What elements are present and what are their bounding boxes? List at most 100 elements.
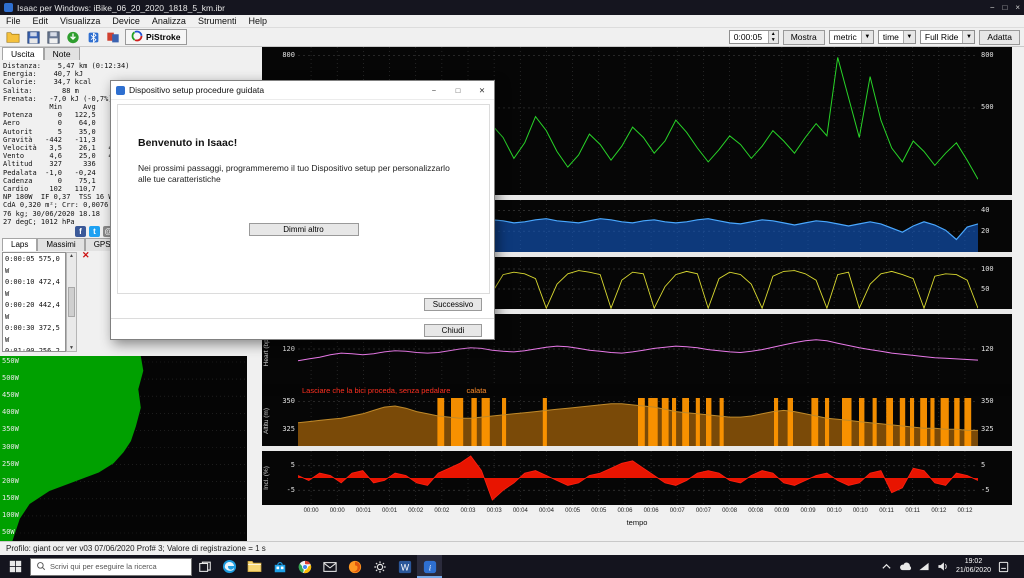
dialog-separator [111,318,494,319]
altitude-tick-label: 350 [282,398,295,405]
status-bar: Profilo: giant ocr ver v03 07/06/2020 Pr… [0,541,1024,555]
altitude-tick-label: 325 [981,426,994,433]
chiudi-button[interactable]: Chiudi [424,324,482,337]
incline-chart-row: Incl. (%)5-55-5 [262,451,1012,505]
dialog-maximize-icon[interactable]: □ [446,81,470,99]
taskbar-firefox-icon[interactable] [342,555,367,578]
facebook-icon[interactable]: f [75,226,86,237]
scroll-up-icon[interactable]: ▲ [67,253,76,259]
time-tick-label: 00:03 [481,505,507,517]
lap-row[interactable]: 0:01:00 256,2 W [5,346,65,352]
taskbar-task-view-icon[interactable] [192,555,217,578]
dialog-icon [116,86,125,95]
mostra-button[interactable]: Mostra [783,30,825,45]
range-select[interactable]: Full Ride ▼ [920,30,976,44]
interval-stepper[interactable]: 0:00:05 ▲▼ [729,30,779,44]
incline-tick-label: -5 [981,487,989,494]
app-icon [4,3,13,12]
close-icon[interactable]: × [1015,3,1020,12]
lap-row[interactable]: 0:00:20 442,4 W [5,300,65,323]
start-button[interactable] [0,555,30,578]
taskbar-isaac-icon[interactable]: i [417,555,442,578]
maximize-icon[interactable]: □ [1002,3,1007,12]
menu-item-device[interactable]: Device [106,16,146,26]
volume-icon[interactable] [937,560,950,573]
compare-rides-icon[interactable] [104,29,122,45]
taskbar-store-icon[interactable] [267,555,292,578]
interval-down-icon[interactable]: ▼ [769,37,778,43]
dialog-close-icon[interactable]: ✕ [470,81,494,99]
adatta-button[interactable]: Adatta [979,30,1020,45]
time-tick-label: 00:07 [664,505,690,517]
time-tick-label: 00:09 [769,505,795,517]
menu-item-visualizza[interactable]: Visualizza [54,16,106,26]
clock-time: 19:02 [956,558,991,567]
tab-note[interactable]: Note [44,47,80,60]
open-file-icon[interactable] [4,29,22,45]
hist-axis-label: 200W [2,478,19,485]
time-tick-label: 00:05 [560,505,586,517]
incline-chart[interactable] [298,451,978,505]
menu-item-edit[interactable]: Edit [27,16,55,26]
taskbar-word-icon[interactable]: W [392,555,417,578]
successivo-button[interactable]: Successivo [424,298,482,311]
minimize-icon[interactable]: − [990,3,995,12]
tab-laps[interactable]: Laps [2,238,37,251]
scroll-thumb[interactable] [68,287,75,317]
cloud-icon[interactable] [899,560,912,573]
menu-item-analizza[interactable]: Analizza [146,16,192,26]
close-laps-icon[interactable]: ✕ [82,251,90,260]
pistroke-icon [131,30,143,44]
scroll-down-icon[interactable]: ▼ [67,345,76,351]
lap-row[interactable]: 0:00:30 372,5 W [5,323,65,346]
chevron-up-icon[interactable] [880,560,893,573]
network-icon[interactable] [918,560,931,573]
dialog-title-bar: Dispositivo setup procedure guidata − □ … [111,81,494,100]
menu-item-file[interactable]: File [0,16,27,26]
device-bluetooth-icon[interactable] [84,29,102,45]
device-download-icon[interactable] [64,29,82,45]
laps-list[interactable]: 0:00:05 575,0 W0:00:10 472,4 W0:00:20 44… [2,252,66,352]
notification-center-icon[interactable] [997,560,1010,573]
menu-bar: FileEditVisualizzaDeviceAnalizzaStrument… [0,15,1024,28]
power-distribution-chart[interactable]: 550W500W450W400W350W300W250W200W150W100W… [0,356,247,541]
heart-tick-label: 120 [282,346,295,353]
taskbar-clock[interactable]: 19:0221/06/2020 [956,558,991,575]
taskbar-file-explorer-icon[interactable] [242,555,267,578]
time-tick-label: 00:10 [821,505,847,517]
lap-row[interactable]: 0:00:05 575,0 W [5,254,65,277]
save-icon[interactable] [24,29,42,45]
twitter-icon[interactable]: t [89,226,100,237]
laps-scrollbar[interactable]: ▲ ▼ [66,252,77,352]
dimmi-altro-button[interactable]: Dimmi altro [249,223,359,236]
time-tick-label: 00:09 [795,505,821,517]
interval-value: 0:00:05 [730,32,768,42]
incline-tick-label: -5 [287,487,295,494]
taskbar-chrome-icon[interactable] [292,555,317,578]
x-axis-select[interactable]: time ▼ [878,30,916,44]
tab-massimi[interactable]: Massimi [37,238,84,251]
incline-axis-l: Incl. (%)5-5 [262,451,298,505]
altitude-tick-label: 325 [282,426,295,433]
lap-row[interactable]: 0:00:10 472,4 W [5,277,65,300]
menu-item-strumenti[interactable]: Strumenti [192,16,243,26]
dialog-minimize-icon[interactable]: − [422,81,446,99]
title-bar: Isaac per Windows: iBike_06_20_2020_1818… [0,0,1024,15]
menu-item-help[interactable]: Help [242,16,273,26]
units-select[interactable]: metric ▼ [829,30,874,44]
pistroke-button[interactable]: PiStroke [125,29,187,45]
taskbar-settings-icon[interactable] [367,555,392,578]
taskbar-edge-icon[interactable] [217,555,242,578]
time-tick-label: 00:06 [612,505,638,517]
dialog-welcome-heading: Benvenuto in Isaac! [138,137,237,149]
power-tick-label: 800 [282,52,295,59]
tab-uscita[interactable]: Uscita [2,47,44,60]
taskbar-mail-icon[interactable] [317,555,342,578]
time-tick-label: 00:10 [847,505,873,517]
taskbar: Scrivi qui per eseguire la ricerca Wi 19… [0,555,1024,578]
window-title: Isaac per Windows: iBike_06_20_2020_1818… [17,3,225,13]
save-as-icon[interactable] [44,29,62,45]
taskbar-search[interactable]: Scrivi qui per eseguire la ricerca [30,558,192,576]
search-icon [36,561,46,573]
altitude-chart[interactable] [298,396,978,446]
